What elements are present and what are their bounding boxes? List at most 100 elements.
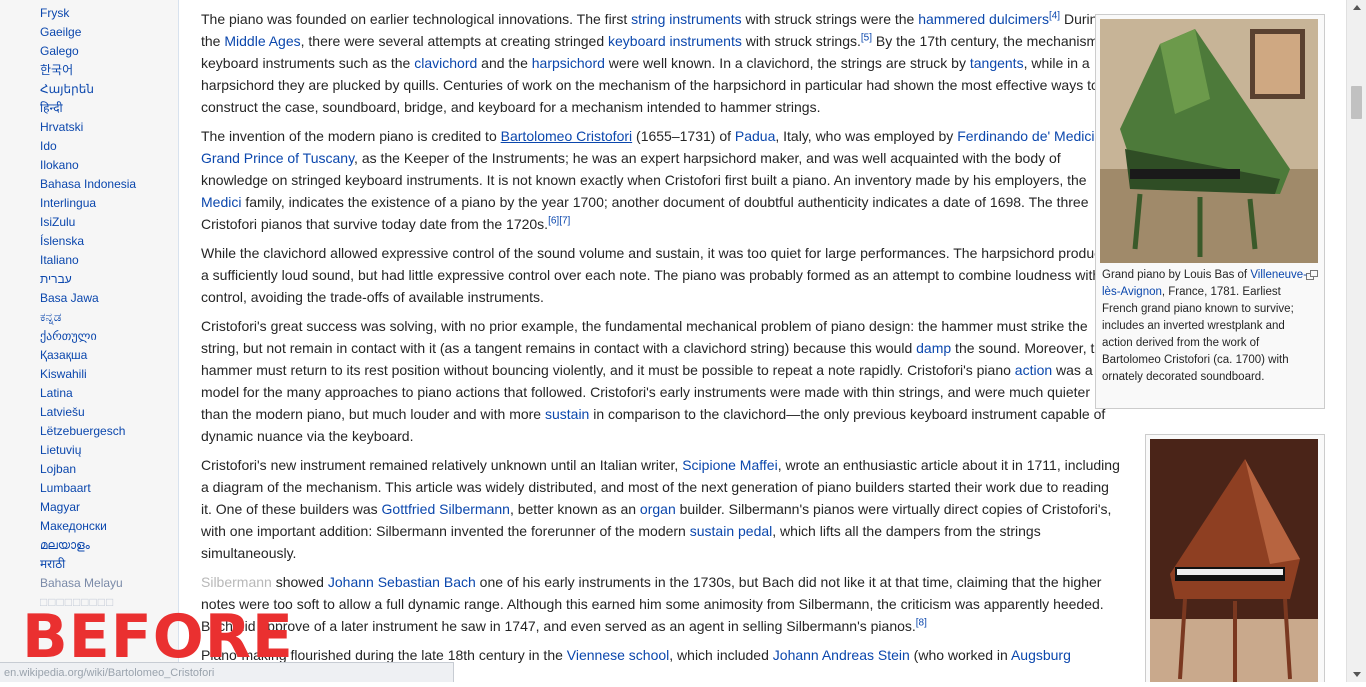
language-link[interactable]: Հայերեն — [40, 82, 94, 96]
language-link[interactable]: Lëtzebuergesch — [40, 424, 125, 438]
scrollbar-thumb[interactable] — [1351, 86, 1362, 119]
language-item: Bahasa Melayu — [40, 574, 136, 593]
language-link[interactable]: Magyar — [40, 500, 80, 514]
scroll-up-arrow-icon[interactable] — [1347, 0, 1366, 16]
language-link[interactable]: Bahasa Indonesia — [40, 177, 136, 191]
language-link[interactable]: Қазақша — [40, 348, 87, 362]
language-item: Հայերեն — [40, 80, 136, 99]
language-item: עברית — [40, 270, 136, 289]
language-item: ქართული — [40, 327, 136, 346]
paragraph-clavichord-control: While the clavichord allowed expressive … — [201, 242, 1121, 308]
language-item: Gaeilge — [40, 23, 136, 42]
scroll-down-arrow-icon[interactable] — [1347, 666, 1366, 682]
text: notes were too soft to allow a full dyna… — [201, 596, 1104, 634]
reference-7[interactable]: [7] — [559, 215, 570, 226]
link-clavichord[interactable]: clavichord — [414, 55, 477, 71]
grand-piano-image[interactable] — [1100, 19, 1318, 263]
language-item: हिन्दी — [40, 99, 136, 118]
text: (who worked in — [909, 647, 1011, 663]
language-item: IsiZulu — [40, 213, 136, 232]
before-overlay-label: BEFORE — [22, 602, 294, 672]
link-middle-ages[interactable]: Middle Ages — [224, 33, 300, 49]
link-keyboard-instruments[interactable]: keyboard instruments — [608, 33, 742, 49]
language-link[interactable]: 한국어 — [40, 63, 73, 77]
wooden-piano-illustration — [1150, 439, 1318, 682]
link-scipione-maffei[interactable]: Scipione Maffei — [682, 457, 777, 473]
language-link[interactable]: Hrvatski — [40, 120, 83, 134]
language-link[interactable]: ಕನ್ನಡ — [40, 310, 61, 324]
text: showed — [271, 574, 328, 590]
language-link[interactable]: Lietuvių — [40, 443, 81, 457]
paragraph-bach: Silbermann showed Johann Sebastian Bach … — [201, 571, 1121, 637]
link-harpsichord[interactable]: harpsichord — [532, 55, 605, 71]
vertical-scrollbar[interactable] — [1346, 0, 1366, 682]
language-link[interactable]: Latviešu — [40, 405, 85, 419]
language-item: Íslenska — [40, 232, 136, 251]
text: with struck strings. — [741, 33, 861, 49]
link-augsburg[interactable]: Augsburg — [1011, 647, 1071, 663]
link-sustain-pedal[interactable]: sustain pedal — [690, 523, 773, 539]
language-item: Frysk — [40, 4, 136, 23]
link-johann-andreas-stein[interactable]: Johann Andreas Stein — [773, 647, 910, 663]
link-action[interactable]: action — [1015, 362, 1052, 378]
link-damp[interactable]: damp — [916, 340, 951, 356]
language-item: Magyar — [40, 498, 136, 517]
language-item: Galego — [40, 42, 136, 61]
language-link[interactable]: Italiano — [40, 253, 79, 267]
text: While the clavichord allowed expressive … — [201, 245, 1117, 305]
language-link[interactable]: Galego — [40, 44, 79, 58]
language-link[interactable]: മലയാളം — [40, 538, 90, 552]
wooden-piano-image[interactable] — [1150, 439, 1318, 682]
link-sustain[interactable]: sustain — [545, 406, 589, 422]
text: were well known. In a clavichord, the st… — [604, 55, 970, 71]
language-link[interactable]: עברית — [40, 272, 72, 286]
language-link[interactable]: Ilokano — [40, 158, 79, 172]
language-item: Latina — [40, 384, 136, 403]
text: and the — [477, 55, 532, 71]
language-link[interactable]: Македонски — [40, 519, 107, 533]
language-item: Kiswahili — [40, 365, 136, 384]
text: Cristofori's new instrument remained rel… — [201, 457, 683, 473]
language-link[interactable]: Bahasa Melayu — [40, 576, 123, 590]
reference-4[interactable]: [4] — [1049, 10, 1060, 21]
language-link[interactable]: Lojban — [40, 462, 76, 476]
language-item: Italiano — [40, 251, 136, 270]
link-bartolomeo-cristofori[interactable]: Bartolomeo Cristofori — [501, 128, 633, 144]
language-item: Lëtzebuergesch — [40, 422, 136, 441]
link-organ[interactable]: organ — [640, 501, 676, 517]
language-link[interactable]: Kiswahili — [40, 367, 87, 381]
thumbnail-wooden-piano — [1145, 434, 1325, 682]
language-item: Ido — [40, 137, 136, 156]
language-link[interactable]: Interlingua — [40, 196, 96, 210]
article-body: The piano was founded on earlier technol… — [201, 8, 1121, 673]
link-gottfried-silbermann[interactable]: Gottfried Silbermann — [382, 501, 510, 517]
language-link[interactable]: IsiZulu — [40, 215, 75, 229]
language-link[interactable]: हिन्दी — [40, 101, 63, 115]
link-string-instruments[interactable]: string instruments — [631, 11, 741, 27]
link-padua[interactable]: Padua — [735, 128, 775, 144]
language-link[interactable]: Íslenska — [40, 234, 84, 248]
language-link[interactable]: ქართული — [40, 329, 97, 343]
link-medici[interactable]: Medici — [201, 194, 241, 210]
language-link[interactable]: Gaeilge — [40, 25, 81, 39]
language-item: Македонски — [40, 517, 136, 536]
text: The invention of the modern piano is cre… — [201, 128, 501, 144]
reference-6[interactable]: [6] — [548, 215, 559, 226]
language-link[interactable]: Frysk — [40, 6, 69, 20]
link-tangents[interactable]: tangents — [970, 55, 1024, 71]
paragraph-cristofori-success: Cristofori's great success was solving, … — [201, 315, 1121, 447]
language-item: Interlingua — [40, 194, 136, 213]
text: , Italy, who was employed by — [775, 128, 958, 144]
link-viennese-school[interactable]: Viennese school — [567, 647, 669, 663]
language-item: Қазақша — [40, 346, 136, 365]
language-link[interactable]: Lumbaart — [40, 481, 91, 495]
link-johann-sebastian-bach[interactable]: Johann Sebastian Bach — [328, 574, 476, 590]
language-link[interactable]: मराठी — [40, 557, 65, 571]
reference-5[interactable]: [5] — [861, 32, 872, 43]
language-link[interactable]: Basa Jawa — [40, 291, 99, 305]
reference-8[interactable]: [8] — [916, 617, 927, 628]
language-link[interactable]: Latina — [40, 386, 73, 400]
text: , there were several attempts at creatin… — [300, 33, 609, 49]
link-hammered-dulcimers[interactable]: hammered dulcimers — [918, 11, 1049, 27]
language-link[interactable]: Ido — [40, 139, 57, 153]
